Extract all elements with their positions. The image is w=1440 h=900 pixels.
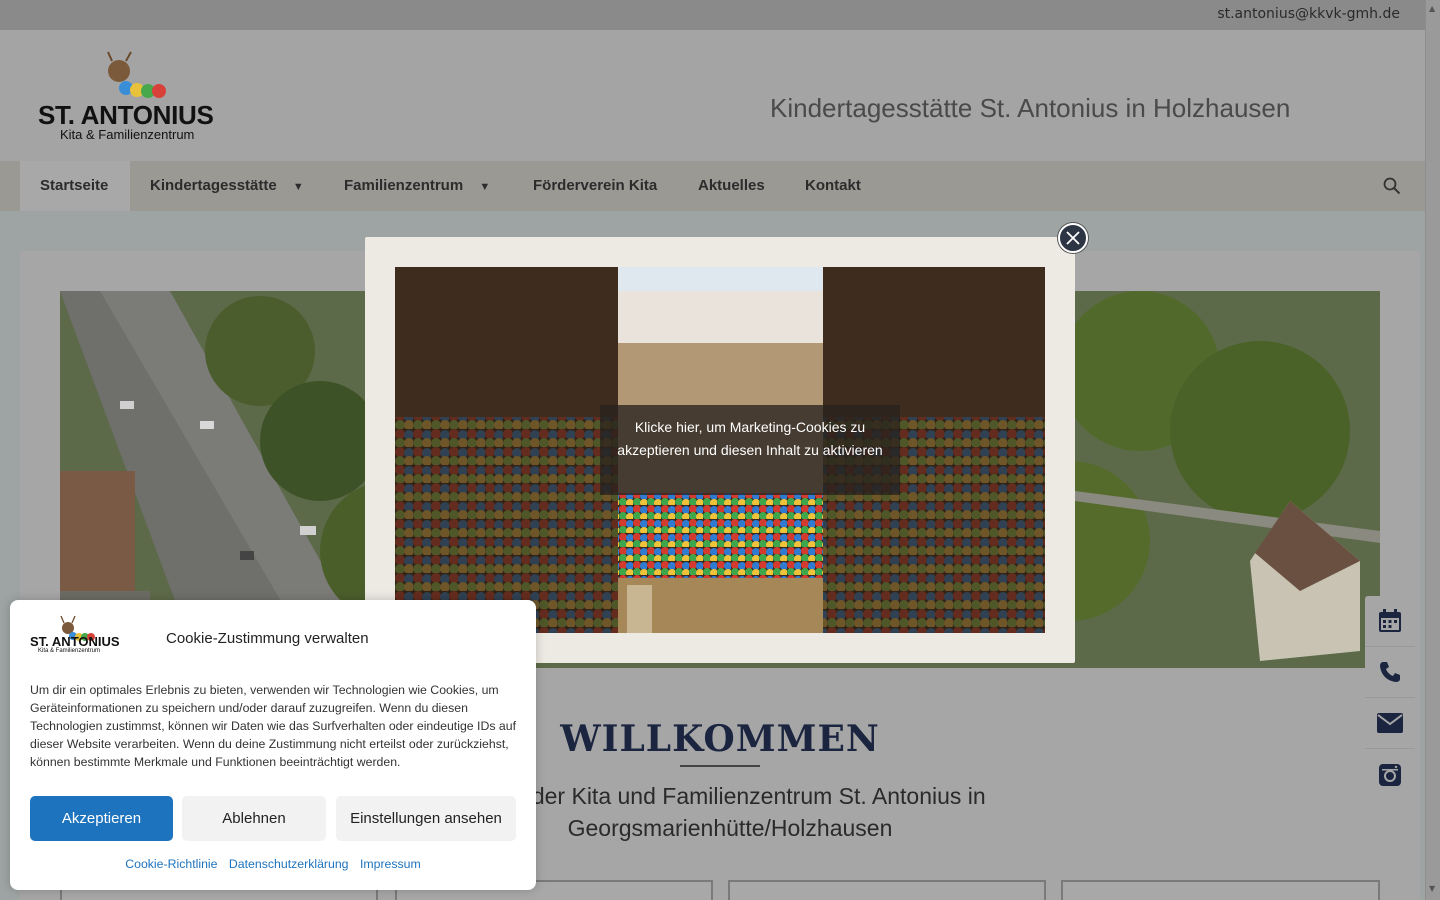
cookie-banner-text: Um dir ein optimales Erlebnis zu bieten,… bbox=[30, 683, 516, 769]
nav-item-aktuelles[interactable]: Aktuelles bbox=[698, 161, 765, 211]
instagram-icon bbox=[1379, 763, 1401, 786]
phone-button[interactable] bbox=[1365, 647, 1415, 698]
view-preferences-button[interactable]: Einstellungen ansehen bbox=[336, 796, 516, 841]
video-placeholder[interactable]: Klicke hier, um Marketing-Cookies zu akz… bbox=[395, 267, 1045, 633]
site-title: Kindertagesstätte St. Antonius in Holzha… bbox=[770, 93, 1291, 123]
feature-box[interactable] bbox=[1061, 880, 1380, 900]
cookie-logo-subtitle: Kita & Familienzentrum bbox=[38, 648, 101, 654]
cookie-policy-link[interactable]: Cookie-Richtlinie bbox=[125, 857, 217, 871]
nav-item-startseite[interactable]: Startseite bbox=[20, 161, 130, 211]
floating-contact-bar bbox=[1365, 596, 1415, 800]
feature-box[interactable] bbox=[728, 880, 1046, 900]
site-header: ST. ANTONIUS Kita & Familienzentrum Kind… bbox=[0, 30, 1425, 161]
scroll-up-icon[interactable]: ▲ bbox=[1429, 4, 1435, 13]
nav-item-kindertagesstaette[interactable]: Kindertagesstätte ▼ bbox=[150, 161, 304, 211]
nav-item-label: Kontakt bbox=[805, 177, 861, 194]
deny-cookies-button[interactable]: Ablehnen bbox=[182, 796, 326, 841]
top-bar: st.antonius@kkvk-gmh.de bbox=[0, 0, 1425, 30]
nav-item-label: Familienzentrum bbox=[344, 177, 464, 194]
site-logo[interactable]: ST. ANTONIUS Kita & Familienzentrum bbox=[38, 48, 238, 148]
logo-subtitle: Kita & Familienzentrum bbox=[60, 127, 195, 142]
nav-item-label: Startseite bbox=[40, 177, 109, 194]
page-scrollbar[interactable]: ▲ ▼ bbox=[1425, 0, 1440, 900]
nav-item-label: Kindertagesstätte bbox=[150, 177, 277, 194]
nav-item-familienzentrum[interactable]: Familienzentrum ▼ bbox=[344, 161, 490, 211]
cookie-logo-name: ST. ANTONIUS bbox=[30, 634, 120, 649]
heading-divider bbox=[680, 765, 760, 767]
cookie-banner-title: Cookie-Zustimmung verwalten bbox=[166, 630, 369, 647]
nav-item-label: Aktuelles bbox=[698, 177, 765, 194]
calendar-icon bbox=[1379, 609, 1401, 632]
nav-item-foerderverein[interactable]: Förderverein Kita bbox=[533, 161, 657, 211]
contact-email-link[interactable]: st.antonius@kkvk-gmh.de bbox=[1217, 6, 1400, 22]
cookie-consent-overlay-message[interactable]: Klicke hier, um Marketing-Cookies zu akz… bbox=[600, 405, 900, 495]
accept-cookies-button[interactable]: Akzeptieren bbox=[30, 796, 173, 841]
welcome-heading: WILLKOMMEN bbox=[560, 718, 880, 760]
scroll-down-icon[interactable]: ▼ bbox=[1429, 884, 1435, 893]
imprint-link[interactable]: Impressum bbox=[360, 857, 421, 871]
main-navigation: Startseite Kindertagesstätte ▼ Familienz… bbox=[0, 161, 1425, 211]
nav-item-kontakt[interactable]: Kontakt bbox=[805, 161, 861, 211]
cookie-consent-banner: ST. ANTONIUS Kita & Familienzentrum Cook… bbox=[10, 600, 536, 890]
email-button[interactable] bbox=[1365, 698, 1415, 749]
instagram-button[interactable] bbox=[1365, 749, 1415, 800]
search-icon[interactable] bbox=[1383, 177, 1401, 195]
nav-item-label: Förderverein Kita bbox=[533, 177, 658, 194]
lightbox-close-button[interactable] bbox=[1058, 223, 1088, 253]
chevron-down-icon: ▼ bbox=[479, 181, 491, 193]
cookie-links: Cookie-Richtlinie Datenschutzerklärung I… bbox=[10, 857, 536, 871]
close-icon bbox=[1066, 231, 1080, 245]
calendar-button[interactable] bbox=[1365, 596, 1415, 647]
chevron-down-icon: ▼ bbox=[292, 181, 304, 193]
privacy-policy-link[interactable]: Datenschutzerklärung bbox=[229, 857, 349, 871]
phone-icon bbox=[1380, 662, 1400, 682]
mail-icon bbox=[1377, 713, 1403, 733]
caterpillar-logo-icon bbox=[107, 51, 166, 98]
